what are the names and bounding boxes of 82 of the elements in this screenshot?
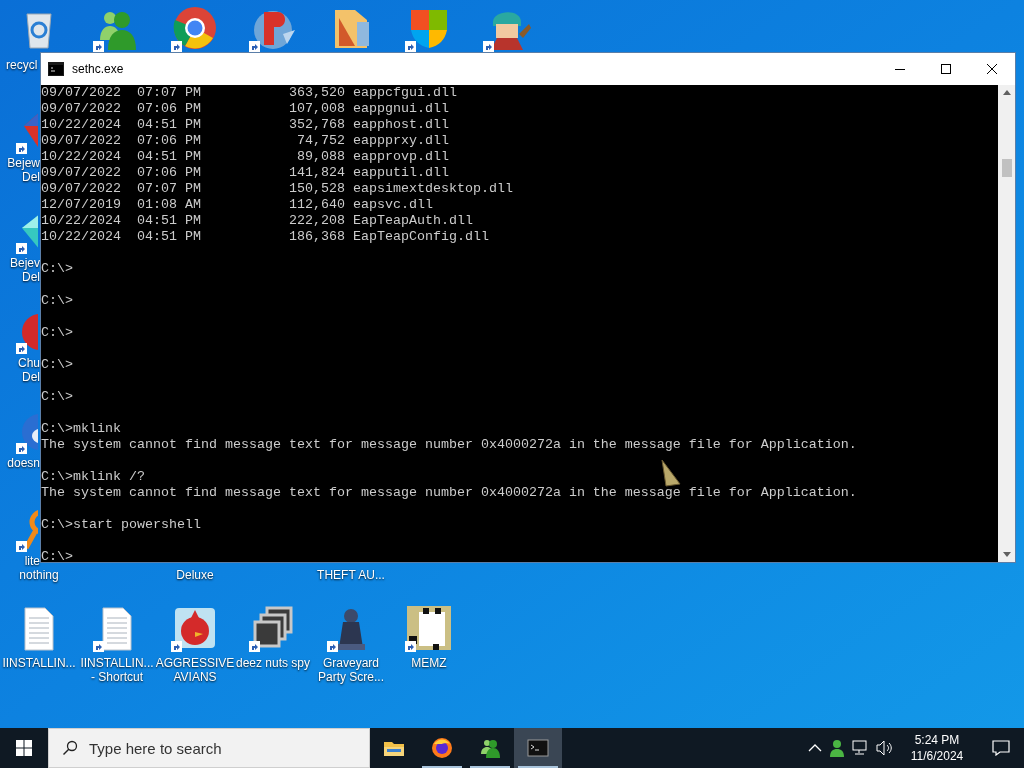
shortcut-arrow-icon <box>16 243 27 254</box>
console-line: C:\>start powershell <box>41 517 201 533</box>
shortcut-arrow-icon <box>16 343 27 354</box>
shield-icon[interactable] <box>411 10 447 48</box>
shortcut-arrow-icon <box>16 143 27 154</box>
shortcut-arrow-icon <box>16 541 27 552</box>
console-line: 09/07/2022 07:07 PM 363,520 eappcfgui.dll <box>41 85 457 101</box>
clock-time[interactable]: 5:24 PM <box>914 732 960 748</box>
character-icon[interactable] <box>491 12 531 50</box>
folder-icon[interactable] <box>335 10 369 48</box>
person-icon[interactable] <box>828 739 846 757</box>
pointer-icon <box>660 458 682 488</box>
console-line: C:\> <box>41 261 73 277</box>
icon-label: Chu Del <box>18 356 40 384</box>
console-line: 09/07/2022 07:07 PM 150,528 eapsimextdesktop.dll <box>41 181 513 197</box>
console-line: 10/22/2024 04:51 PM 352,768 eapphost.dll <box>41 117 449 133</box>
icon-label: MEMZ <box>411 656 447 670</box>
game-icon[interactable] <box>254 11 295 49</box>
minimize-icon <box>895 68 905 70</box>
scrollbar-thumb[interactable] <box>1001 159 1012 177</box>
console-line: 10/22/2024 04:51 PM 89,088 eapprovp.dll <box>41 149 449 165</box>
console-line: C:\> <box>41 389 73 405</box>
window-title: sethc.exe <box>72 61 124 78</box>
scroll-up-icon[interactable] <box>1002 90 1011 95</box>
console-line: The system cannot find message text for message number 0x4000272a in the message file for Application. <box>41 437 857 453</box>
shortcut-arrow-icon <box>327 641 338 652</box>
console-line: 09/07/2022 07:06 PM 141,824 eapputil.dll <box>41 165 449 181</box>
console-icon <box>48 62 64 76</box>
shortcut-arrow-icon <box>16 443 27 454</box>
browser-icon[interactable] <box>173 7 216 49</box>
icon-label: AGGRESSIVE AVIANS <box>155 656 235 684</box>
bird-icon[interactable] <box>175 608 215 648</box>
network-icon[interactable] <box>852 740 870 756</box>
console-line: 09/07/2022 07:06 PM 74,752 eappprxy.dll <box>41 133 449 149</box>
icon-label: IINSTALLIN... <box>2 656 76 670</box>
document-icon[interactable] <box>102 607 132 651</box>
chevron-up-icon[interactable] <box>808 744 822 752</box>
close-icon <box>987 64 997 74</box>
shortcut-arrow-icon <box>405 641 416 652</box>
console-line: 10/22/2024 04:51 PM 186,368 EapTeapConfig.dll <box>41 229 489 245</box>
pixel-art-icon[interactable] <box>407 606 451 650</box>
console-line: C:\> <box>41 293 73 309</box>
icon-label: deez nuts spy <box>235 656 310 670</box>
shortcut-arrow-icon <box>171 641 182 652</box>
shortcut-arrow-icon <box>93 641 104 652</box>
console-line: C:\>mklink <box>41 421 121 437</box>
browser-icon <box>430 736 454 760</box>
recycle-bin-icon[interactable] <box>26 13 52 49</box>
notification-icon[interactable] <box>992 740 1010 756</box>
icon-label: doesn <box>7 456 40 470</box>
console-line: C:\> <box>41 549 73 562</box>
icon-label: Deluxe <box>176 568 214 582</box>
console-line: 12/07/2019 01:08 AM 112,640 eapsvc.dll <box>41 197 433 213</box>
shortcut-arrow-icon <box>249 641 260 652</box>
windows-logo-icon <box>16 740 32 756</box>
volume-icon[interactable] <box>876 740 894 756</box>
console-line: 09/07/2022 07:06 PM 107,008 eappgnui.dll <box>41 101 449 117</box>
people-icon[interactable] <box>100 12 136 50</box>
icon-label: Graveyard Party Scre... <box>318 656 384 684</box>
console-line: The system cannot find message text for message number 0x4000272a in the message file for Application. <box>41 485 857 501</box>
console-line: C:\> <box>41 357 73 373</box>
statue-icon[interactable] <box>337 609 365 650</box>
document-icon[interactable] <box>24 607 54 651</box>
taskbar-app[interactable] <box>514 728 562 768</box>
scroll-down-icon[interactable] <box>1002 552 1011 557</box>
search-icon <box>62 740 78 756</box>
icon-label: IINSTALLIN... - Shortcut <box>80 656 154 684</box>
clock-date[interactable]: 11/6/2024 <box>910 748 964 764</box>
icon-label: nothing <box>19 568 59 582</box>
stacked-windows-icon[interactable] <box>253 606 293 648</box>
terminal-icon <box>526 736 550 760</box>
maximize-icon <box>941 64 951 74</box>
icon-label: Bejev Del <box>9 256 40 284</box>
icon-label: THEFT AU... <box>317 568 385 582</box>
icon-label: recycl <box>5 58 38 72</box>
search-field[interactable]: Type here to search <box>48 728 370 768</box>
icon-label: lite <box>24 554 40 568</box>
console-line: C:\> <box>41 325 73 341</box>
console-line: C:\>mklink /? <box>41 469 145 485</box>
icon-label: Bejew Del <box>7 156 40 184</box>
scrollbar[interactable] <box>998 85 1015 562</box>
console-line: 10/22/2024 04:51 PM 222,208 EapTeapAuth.dll <box>41 213 473 229</box>
